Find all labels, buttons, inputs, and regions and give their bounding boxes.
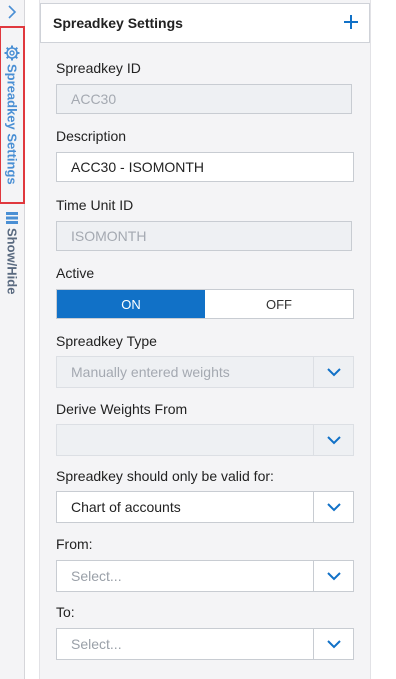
- spreadkey-type-dropdown-button[interactable]: [314, 356, 354, 388]
- valid-for-value: Chart of accounts: [56, 491, 314, 523]
- chevron-down-icon: [326, 639, 341, 648]
- spreadkey-type-label: Spreadkey Type: [56, 333, 157, 349]
- side-rail: Spreadkey Settings Show/Hide: [0, 0, 25, 679]
- from-label: From:: [56, 536, 93, 552]
- from-select[interactable]: Select...: [56, 560, 354, 592]
- chevron-down-icon: [326, 502, 341, 511]
- derive-weights-select[interactable]: [56, 424, 354, 456]
- active-toggle[interactable]: ON OFF: [56, 289, 354, 319]
- derive-weights-value: [56, 424, 314, 456]
- panel-header: Spreadkey Settings: [40, 3, 370, 43]
- chevron-down-icon: [326, 571, 341, 580]
- list-icon: [5, 211, 20, 225]
- tab-spreadkey-settings[interactable]: Spreadkey Settings: [0, 26, 25, 204]
- tab-spreadkey-settings-label: Spreadkey Settings: [4, 64, 20, 185]
- from-placeholder: Select...: [56, 560, 314, 592]
- tab-show-hide-label: Show/Hide: [4, 228, 20, 295]
- chevron-right-icon[interactable]: [4, 4, 20, 20]
- spreadkey-id-field: ACC30: [56, 84, 352, 114]
- description-field[interactable]: ACC30 - ISOMONTH: [56, 152, 354, 182]
- time-unit-id-field: ISOMONTH: [56, 221, 352, 251]
- time-unit-id-label: Time Unit ID: [56, 197, 134, 213]
- gear-icon: [4, 45, 20, 61]
- derive-weights-dropdown-button[interactable]: [314, 424, 354, 456]
- spreadkey-id-label: Spreadkey ID: [56, 60, 141, 76]
- add-button[interactable]: [341, 12, 361, 32]
- tab-show-hide[interactable]: Show/Hide: [0, 203, 24, 303]
- chevron-down-icon: [326, 435, 341, 444]
- to-label: To:: [56, 604, 75, 620]
- toggle-off-button[interactable]: OFF: [205, 290, 353, 318]
- to-placeholder: Select...: [56, 628, 314, 660]
- valid-for-dropdown-button[interactable]: [314, 491, 354, 523]
- spreadkey-type-select[interactable]: Manually entered weights: [56, 356, 354, 388]
- from-dropdown-button[interactable]: [314, 560, 354, 592]
- plus-icon: [344, 15, 358, 29]
- active-label: Active: [56, 265, 95, 281]
- valid-for-label: Spreadkey should only be valid for:: [56, 468, 274, 484]
- derive-weights-label: Derive Weights From: [56, 401, 188, 417]
- description-label: Description: [56, 128, 127, 144]
- spreadkey-type-value: Manually entered weights: [56, 356, 314, 388]
- panel-title: Spreadkey Settings: [53, 15, 183, 31]
- to-dropdown-button[interactable]: [314, 628, 354, 660]
- valid-for-select[interactable]: Chart of accounts: [56, 491, 354, 523]
- toggle-on-button[interactable]: ON: [57, 290, 205, 318]
- to-select[interactable]: Select...: [56, 628, 354, 660]
- chevron-down-icon: [326, 367, 341, 376]
- settings-panel: Spreadkey Settings Spreadkey ID ACC30 De…: [39, 0, 371, 679]
